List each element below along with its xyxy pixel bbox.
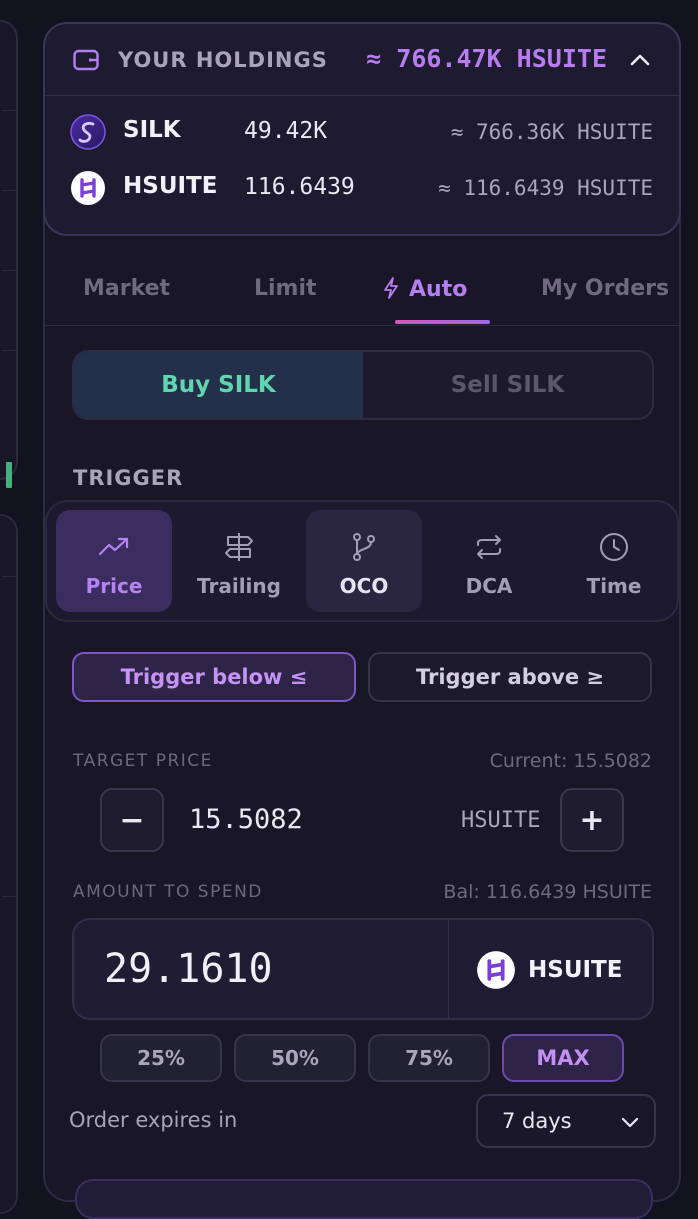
trigger-dca[interactable]: DCA [431,510,547,612]
expiry-label: Order expires in [69,1108,238,1132]
holding-row-silk: SILK 49.42K ≈ 766.36K HSUITE [45,112,679,152]
submit-button-partial[interactable] [75,1179,653,1219]
clock-icon [600,533,628,561]
sell-button[interactable]: Sell SILK [363,352,652,418]
adjacent-panel-top [0,20,18,488]
hsuite-logo-icon [477,951,515,989]
asset-name: HSUITE [123,173,218,199]
asset-amount: 49.42K [244,118,328,144]
tab-limit[interactable]: Limit [254,276,317,301]
branch-icon [353,533,375,561]
hsuite-logo-icon [71,171,105,205]
trend-up-icon [98,537,129,556]
holdings-total: ≈ 766.47K HSUITE [366,44,607,73]
divider [448,920,449,1018]
holdings-card: YOUR HOLDINGS ≈ 766.47K HSUITE SILK 49.4… [43,22,681,236]
trigger-oco[interactable]: OCO [306,510,422,612]
trigger-time-label: Time [586,574,642,598]
chevron-down-icon [621,1117,639,1128]
preset-50-button[interactable]: 50% [234,1034,356,1082]
target-price-input[interactable]: 15.5082 [189,804,303,835]
expiry-select[interactable]: 7 days [476,1094,656,1148]
tab-auto[interactable]: Auto [381,276,467,302]
tab-auto-label: Auto [409,277,468,302]
trigger-time[interactable]: Time [556,510,672,612]
holding-row-hsuite: HSUITE 116.6439 ≈ 116.6439 HSUITE [45,168,679,208]
expiry-value: 7 days [502,1109,572,1133]
preset-75-button[interactable]: 75% [368,1034,490,1082]
trigger-price-label: Price [85,574,143,598]
repeat-icon [477,535,501,559]
trade-panel: YOUR HOLDINGS ≈ 766.47K HSUITE SILK 49.4… [43,22,681,1219]
amount-label: AMOUNT TO SPEND [73,882,263,902]
trigger-section-label: TRIGGER [73,466,184,490]
price-decrease-button[interactable]: − [100,788,164,852]
target-price-label: TARGET PRICE [73,751,213,771]
asset-name: SILK [123,117,181,143]
tab-my-orders[interactable]: My Orders [541,276,669,301]
trigger-oco-label: OCO [339,574,389,598]
trigger-type-selector: Price Trailing OCO DCA Time [45,500,679,622]
silk-logo-icon [70,114,106,150]
chevron-up-icon[interactable] [629,50,651,70]
token-selector[interactable]: HSUITE [476,950,622,990]
trigger-above-button[interactable]: Trigger above ≥ [368,652,652,702]
trigger-trailing[interactable]: Trailing [181,510,297,612]
buy-sell-toggle: Buy SILK Sell SILK [72,350,654,420]
active-tab-indicator [395,320,490,324]
buy-button[interactable]: Buy SILK [74,352,363,418]
adjacent-panel-bottom [0,514,18,1214]
wallet-icon [73,49,99,71]
order-type-tabs: Market Limit Auto My Orders [45,262,679,326]
trigger-price[interactable]: Price [56,510,172,612]
token-name: HSUITE [528,957,623,983]
price-increase-button[interactable]: + [560,788,624,852]
asset-amount: 116.6439 [244,174,355,200]
amount-input[interactable]: 29.1610 [104,946,273,992]
current-price: Current: 15.5082 [489,750,652,772]
preset-25-button[interactable]: 25% [100,1034,222,1082]
trigger-dca-label: DCA [465,574,513,598]
price-unit: HSUITE [461,808,541,833]
asset-value: ≈ 766.36K HSUITE [450,120,653,144]
holdings-title: YOUR HOLDINGS [118,48,328,72]
trigger-trailing-label: Trailing [197,574,281,598]
balance: Bal: 116.6439 HSUITE [443,881,652,903]
chart-candle [6,462,12,488]
asset-value: ≈ 116.6439 HSUITE [438,176,653,200]
tab-market[interactable]: Market [83,276,170,301]
signpost-icon [225,533,253,561]
amount-field: 29.1610 HSUITE [72,918,654,1020]
trigger-below-button[interactable]: Trigger below ≤ [72,652,356,702]
lightning-icon [384,277,398,299]
max-button[interactable]: MAX [502,1034,624,1082]
holdings-header[interactable]: YOUR HOLDINGS ≈ 766.47K HSUITE [45,24,679,96]
